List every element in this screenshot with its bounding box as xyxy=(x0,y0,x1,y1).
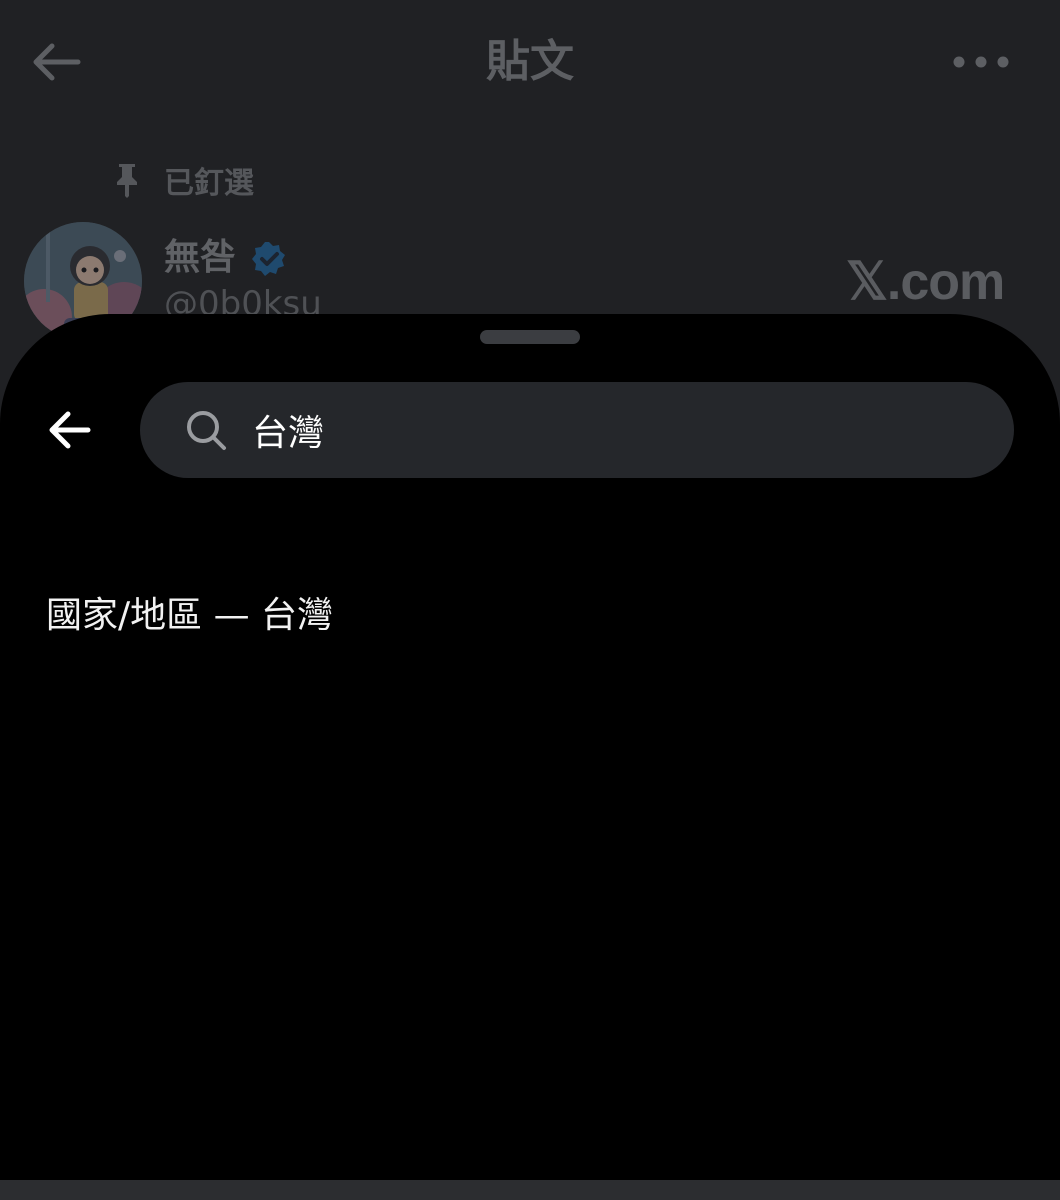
search-bar[interactable] xyxy=(140,382,1014,478)
bottom-bar xyxy=(0,1180,1060,1200)
watermark: 𝕏.com xyxy=(846,253,1005,311)
top-bar: 貼文 xyxy=(0,0,1060,124)
page-title: 貼文 xyxy=(486,36,574,87)
search-result-item[interactable]: 國家/地區 — 台灣 xyxy=(46,590,333,642)
verified-badge-icon xyxy=(252,242,285,276)
pin-icon xyxy=(117,164,137,198)
arrow-left-icon[interactable] xyxy=(44,408,94,452)
search-input[interactable] xyxy=(252,400,974,460)
screen: 貼文 已釘選 無咎 @0b0ksu 𝕏.com 台灣 國家/地區 — 台灣 xyxy=(0,0,1060,1200)
search-sheet: 國家/地區 — 台灣 xyxy=(0,314,1060,1180)
pinned-indicator: 已釘選 xyxy=(112,158,254,202)
drag-handle[interactable] xyxy=(480,330,580,344)
search-icon xyxy=(187,411,226,450)
pinned-label: 已釘選 xyxy=(164,166,254,201)
author-name[interactable]: 無咎 xyxy=(164,234,236,282)
more-horizontal-icon[interactable] xyxy=(952,52,1010,72)
